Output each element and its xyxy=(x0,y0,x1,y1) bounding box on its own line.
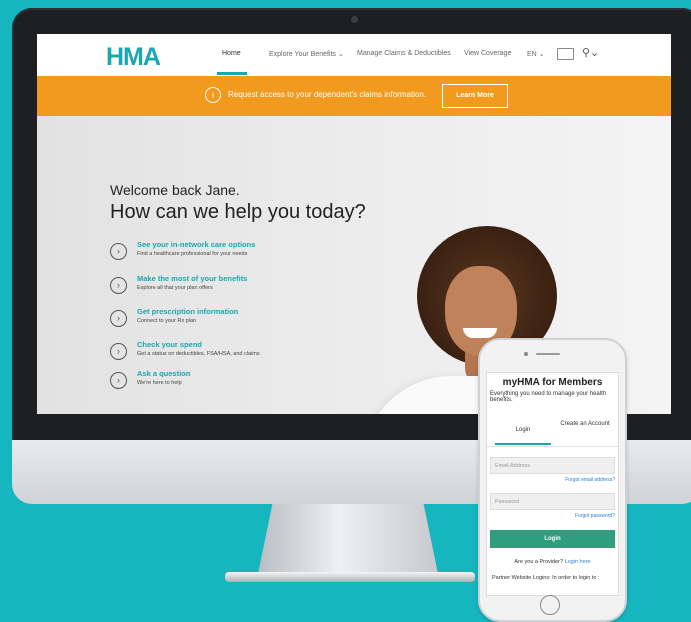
forgot-email-link[interactable]: Forgot email address? xyxy=(565,477,615,483)
chevron-right-icon: › xyxy=(110,372,127,389)
chevron-down-icon: ⌄ xyxy=(538,51,545,58)
option-desc: Explore all that your plan offers xyxy=(137,285,213,291)
provider-login-link[interactable]: Login here xyxy=(565,559,591,565)
banner-message: Request access to your dependent's claim… xyxy=(228,90,427,99)
email-field[interactable]: Email Address xyxy=(490,457,615,474)
tab-login[interactable]: Login xyxy=(495,427,551,433)
option-title[interactable]: Ask a question xyxy=(137,369,190,378)
user-icon[interactable]: ⚲⌄ xyxy=(582,46,599,59)
phone-camera xyxy=(524,352,528,356)
nav-explore-benefits[interactable]: Explore Your Benefits ⌄ xyxy=(269,50,344,58)
chevron-right-icon: › xyxy=(110,343,127,360)
nav-active-indicator xyxy=(217,72,247,75)
chevron-right-icon: › xyxy=(110,310,127,327)
forgot-password-link[interactable]: Forgot password? xyxy=(575,513,615,519)
phone-screen: myHMA for Members Everything you need to… xyxy=(486,372,619,596)
provider-prompt: Are you a Provider? Login here xyxy=(487,559,618,565)
marketing-stage: HMA Home Explore Your Benefits ⌄ Manage … xyxy=(0,0,691,622)
nav-manage-claims[interactable]: Manage Claims & Deductibles xyxy=(357,50,451,57)
notice-banner: i Request access to your dependent's cla… xyxy=(37,76,671,116)
tabs-divider xyxy=(487,446,618,447)
imac-stand xyxy=(258,504,438,574)
card-icon[interactable] xyxy=(557,48,574,60)
learn-more-button[interactable]: Learn More xyxy=(442,84,508,108)
option-title[interactable]: See your in-network care options xyxy=(137,240,255,249)
imac-base xyxy=(225,572,475,582)
nav-benefits-label: Explore Your Benefits xyxy=(269,51,336,58)
option-desc: Get a status on deductibles, FSA/HSA, an… xyxy=(137,351,260,357)
phone-home-button xyxy=(540,595,560,615)
woman-smile xyxy=(463,328,497,338)
password-field[interactable]: Password xyxy=(490,493,615,510)
chevron-right-icon: › xyxy=(110,243,127,260)
smartphone: myHMA for Members Everything you need to… xyxy=(478,338,627,622)
tab-create-account[interactable]: Create an Account xyxy=(557,421,613,427)
imac-camera xyxy=(351,16,358,23)
nav-view-coverage[interactable]: View Coverage xyxy=(464,50,511,57)
option-title[interactable]: Make the most of your benefits xyxy=(137,274,247,283)
login-button[interactable]: Login xyxy=(490,530,615,548)
chevron-right-icon: › xyxy=(110,277,127,294)
partner-logins-text: Partner Website Logins: In order to logi… xyxy=(492,575,600,581)
provider-text: Are you a Provider? xyxy=(514,559,564,565)
top-nav: HMA Home Explore Your Benefits ⌄ Manage … xyxy=(37,34,671,76)
option-desc: Connect to your Rx plan xyxy=(137,318,197,324)
language-label: EN xyxy=(527,51,537,58)
language-selector[interactable]: EN ⌄ xyxy=(527,50,545,58)
hero-headline: How can we help you today? xyxy=(110,201,366,223)
option-desc: We're here to help xyxy=(137,380,182,386)
phone-speaker xyxy=(536,353,560,355)
app-title: myHMA for Members xyxy=(502,377,603,388)
nav-home[interactable]: Home xyxy=(222,50,241,57)
tab-active-indicator xyxy=(495,443,551,445)
option-title[interactable]: Get prescription information xyxy=(137,307,238,316)
info-icon: i xyxy=(205,87,221,103)
option-desc: Find a healthcare professional for your … xyxy=(137,251,248,257)
option-title[interactable]: Check your spend xyxy=(137,340,202,349)
chevron-down-icon: ⌄ xyxy=(337,51,344,58)
hma-logo[interactable]: HMA xyxy=(106,43,161,72)
app-subtitle: Everything you need to manage your healt… xyxy=(490,391,607,403)
welcome-text: Welcome back Jane. xyxy=(110,182,240,198)
